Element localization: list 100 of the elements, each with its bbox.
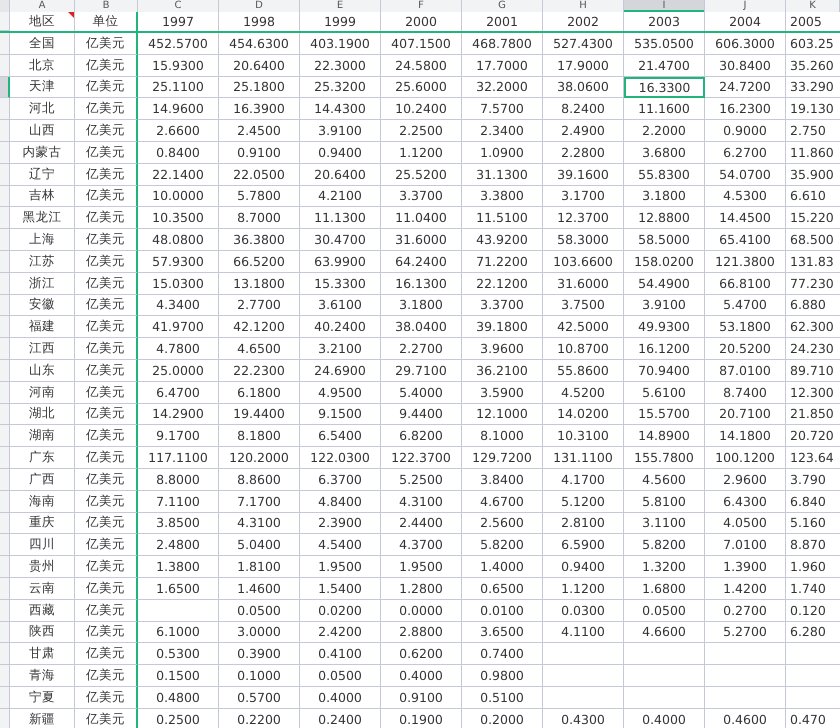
table-cell[interactable]: 4.8400 [300, 490, 381, 513]
empty-cell[interactable] [624, 643, 705, 666]
table-cell[interactable]: 5.7800 [219, 186, 300, 208]
table-cell[interactable]: 4.5200 [543, 382, 624, 404]
table-cell[interactable]: 4.3100 [381, 490, 462, 513]
table-cell[interactable]: 亿美元 [75, 490, 138, 513]
table-cell[interactable]: 2.5600 [462, 512, 543, 534]
table-cell[interactable]: 1.1200 [543, 578, 624, 600]
empty-cell[interactable] [705, 665, 786, 687]
table-cell[interactable]: 1.4600 [219, 578, 300, 600]
table-cell[interactable]: 42.1200 [219, 316, 300, 338]
table-cell[interactable]: 12.3700 [543, 207, 624, 230]
table-cell[interactable]: 江西 [10, 338, 75, 360]
table-cell[interactable]: 亿美元 [75, 425, 138, 448]
table-cell[interactable]: 58.5000 [624, 229, 705, 251]
table-cell[interactable]: 0.2500 [138, 708, 219, 728]
table-cell[interactable]: 22.1200 [462, 272, 543, 295]
row-header[interactable] [0, 12, 10, 31]
table-cell[interactable]: 9.1700 [138, 425, 219, 448]
table-cell[interactable]: 4.6500 [219, 338, 300, 360]
column-header[interactable]: H [543, 0, 624, 12]
table-cell[interactable]: 陕西 [10, 622, 75, 644]
table-cell[interactable]: 0.9800 [462, 665, 543, 687]
row-header[interactable] [0, 425, 10, 448]
row-header[interactable] [0, 382, 10, 404]
table-cell[interactable]: 24.6900 [300, 360, 381, 382]
table-cell[interactable]: 4.7800 [138, 338, 219, 360]
column-header[interactable]: B [75, 0, 138, 12]
table-cell[interactable]: 36.2100 [462, 360, 543, 382]
table-cell[interactable]: 21.4700 [624, 54, 705, 77]
table-cell[interactable]: 58.3000 [543, 229, 624, 251]
table-cell[interactable]: 甘肃 [10, 643, 75, 666]
table-cell[interactable]: 亿美元 [75, 600, 138, 622]
table-cell[interactable]: 1.3900 [705, 556, 786, 578]
table-cell[interactable]: 0.2700 [705, 600, 786, 622]
table-cell[interactable]: 20.6400 [219, 54, 300, 77]
table-cell[interactable]: 30.4700 [300, 229, 381, 251]
table-cell[interactable]: 54.4900 [624, 272, 705, 295]
table-cell[interactable]: 0.1500 [138, 665, 219, 687]
table-cell[interactable]: 3.1100 [624, 512, 705, 534]
table-cell[interactable]: 3.2100 [300, 338, 381, 360]
table-cell[interactable]: 14.9600 [138, 98, 219, 120]
table-cell[interactable]: 安徽 [10, 294, 75, 316]
table-cell[interactable]: 全国 [10, 33, 75, 55]
table-cell[interactable]: 宁夏 [10, 686, 75, 709]
empty-cell[interactable] [543, 643, 624, 666]
table-cell[interactable]: 66.8100 [705, 272, 786, 295]
table-cell[interactable]: 6.840 [786, 490, 840, 513]
table-cell[interactable]: 2.2800 [543, 142, 624, 164]
table-cell[interactable]: 上海 [10, 229, 75, 251]
table-cell[interactable]: 福建 [10, 316, 75, 338]
table-cell[interactable]: 63.9900 [300, 250, 381, 273]
table-cell[interactable]: 55.8300 [624, 164, 705, 186]
table-cell[interactable]: 2.4900 [543, 120, 624, 142]
column-header[interactable]: I [624, 0, 705, 12]
table-cell[interactable]: 亿美元 [75, 665, 138, 687]
table-cell[interactable]: 5.4700 [705, 294, 786, 316]
table-cell[interactable]: 0.4800 [138, 686, 219, 709]
row-header[interactable] [0, 643, 10, 666]
table-cell[interactable]: 吉林 [10, 186, 75, 208]
table-cell[interactable]: 山西 [10, 120, 75, 142]
table-cell[interactable]: 13.1800 [219, 272, 300, 295]
table-cell[interactable]: 4.5600 [624, 468, 705, 491]
table-cell[interactable]: 129.7200 [462, 447, 543, 469]
table-cell[interactable]: 亿美元 [75, 294, 138, 316]
table-cell[interactable]: 407.1500 [381, 33, 462, 55]
table-cell[interactable]: 22.0500 [219, 164, 300, 186]
table-cell[interactable]: 15.9300 [138, 54, 219, 77]
table-cell[interactable]: 辽宁 [10, 164, 75, 186]
table-cell[interactable]: 1.2800 [381, 578, 462, 600]
table-cell[interactable]: 1.3200 [624, 556, 705, 578]
table-cell[interactable]: 亿美元 [75, 250, 138, 273]
table-cell[interactable]: 20.7100 [705, 404, 786, 426]
row-header[interactable] [0, 708, 10, 728]
table-cell[interactable]: 6.880 [786, 294, 840, 316]
row-header[interactable] [0, 164, 10, 186]
row-header[interactable] [0, 404, 10, 426]
table-cell[interactable]: 39.1600 [543, 164, 624, 186]
table-cell[interactable]: 1.4200 [705, 578, 786, 600]
row-header[interactable] [0, 272, 10, 295]
table-cell[interactable]: 5.2500 [381, 468, 462, 491]
table-cell[interactable]: 22.3000 [300, 54, 381, 77]
row-header[interactable] [0, 207, 10, 230]
table-cell[interactable]: 11.0400 [381, 207, 462, 230]
table-cell[interactable]: 22.1400 [138, 164, 219, 186]
table-cell[interactable]: 3.0000 [219, 622, 300, 644]
table-cell[interactable]: 云南 [10, 578, 75, 600]
empty-cell[interactable] [624, 665, 705, 687]
table-cell[interactable]: 117.1100 [138, 447, 219, 469]
table-cell[interactable]: 天津 [10, 76, 75, 98]
table-cell[interactable]: 6.3700 [300, 468, 381, 491]
table-cell[interactable]: 49.9300 [624, 316, 705, 338]
table-cell[interactable]: 3.5900 [462, 382, 543, 404]
table-cell[interactable]: 65.4100 [705, 229, 786, 251]
table-cell[interactable]: 0.120 [786, 600, 840, 622]
table-cell[interactable]: 湖北 [10, 404, 75, 426]
table-cell[interactable]: 2.4400 [381, 512, 462, 534]
table-cell[interactable]: 亿美元 [75, 404, 138, 426]
table-cell[interactable]: 2.2000 [624, 120, 705, 142]
table-cell[interactable]: 0.0200 [300, 600, 381, 622]
